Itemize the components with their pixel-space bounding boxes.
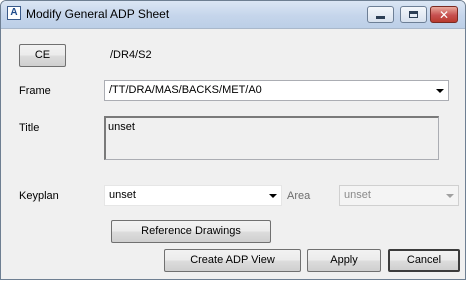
ce-path: /DR4/S2 <box>110 49 152 61</box>
create-adp-view-button[interactable]: Create ADP View <box>164 249 301 272</box>
cancel-button[interactable]: Cancel <box>388 249 460 272</box>
frame-value: /TT/DRA/MAS/BACKS/MET/A0 <box>109 84 262 96</box>
keyplan-label: Keyplan <box>19 190 59 202</box>
keyplan-dropdown[interactable]: unset <box>104 185 282 206</box>
maximize-icon <box>409 11 418 18</box>
maximize-button[interactable] <box>400 6 427 23</box>
area-label: Area <box>287 190 311 202</box>
minimize-button[interactable] <box>367 6 394 23</box>
dialog-window: A Modify General ADP Sheet ✕ CE /DR4/S2 … <box>0 0 466 280</box>
close-button[interactable]: ✕ <box>430 6 458 23</box>
reference-drawings-button[interactable]: Reference Drawings <box>111 220 271 243</box>
frame-dropdown[interactable]: /TT/DRA/MAS/BACKS/MET/A0 <box>104 80 449 101</box>
title-bar[interactable]: A Modify General ADP Sheet ✕ <box>1 1 465 29</box>
ce-button[interactable]: CE <box>19 44 66 67</box>
keyplan-value: unset <box>109 189 136 201</box>
apply-button[interactable]: Apply <box>307 249 381 272</box>
close-icon: ✕ <box>438 7 450 22</box>
title-value: unset <box>108 121 135 133</box>
chevron-down-icon <box>446 194 454 198</box>
chevron-down-icon <box>436 89 444 93</box>
frame-label: Frame <box>19 85 51 97</box>
area-dropdown[interactable]: unset <box>339 185 459 206</box>
chevron-down-icon <box>269 194 277 198</box>
minimize-icon <box>376 16 385 19</box>
window-title: Modify General ADP Sheet <box>26 7 170 21</box>
title-label: Title <box>19 122 40 134</box>
area-value: unset <box>344 189 371 201</box>
title-textarea[interactable]: unset <box>104 116 439 160</box>
app-icon: A <box>7 6 21 20</box>
